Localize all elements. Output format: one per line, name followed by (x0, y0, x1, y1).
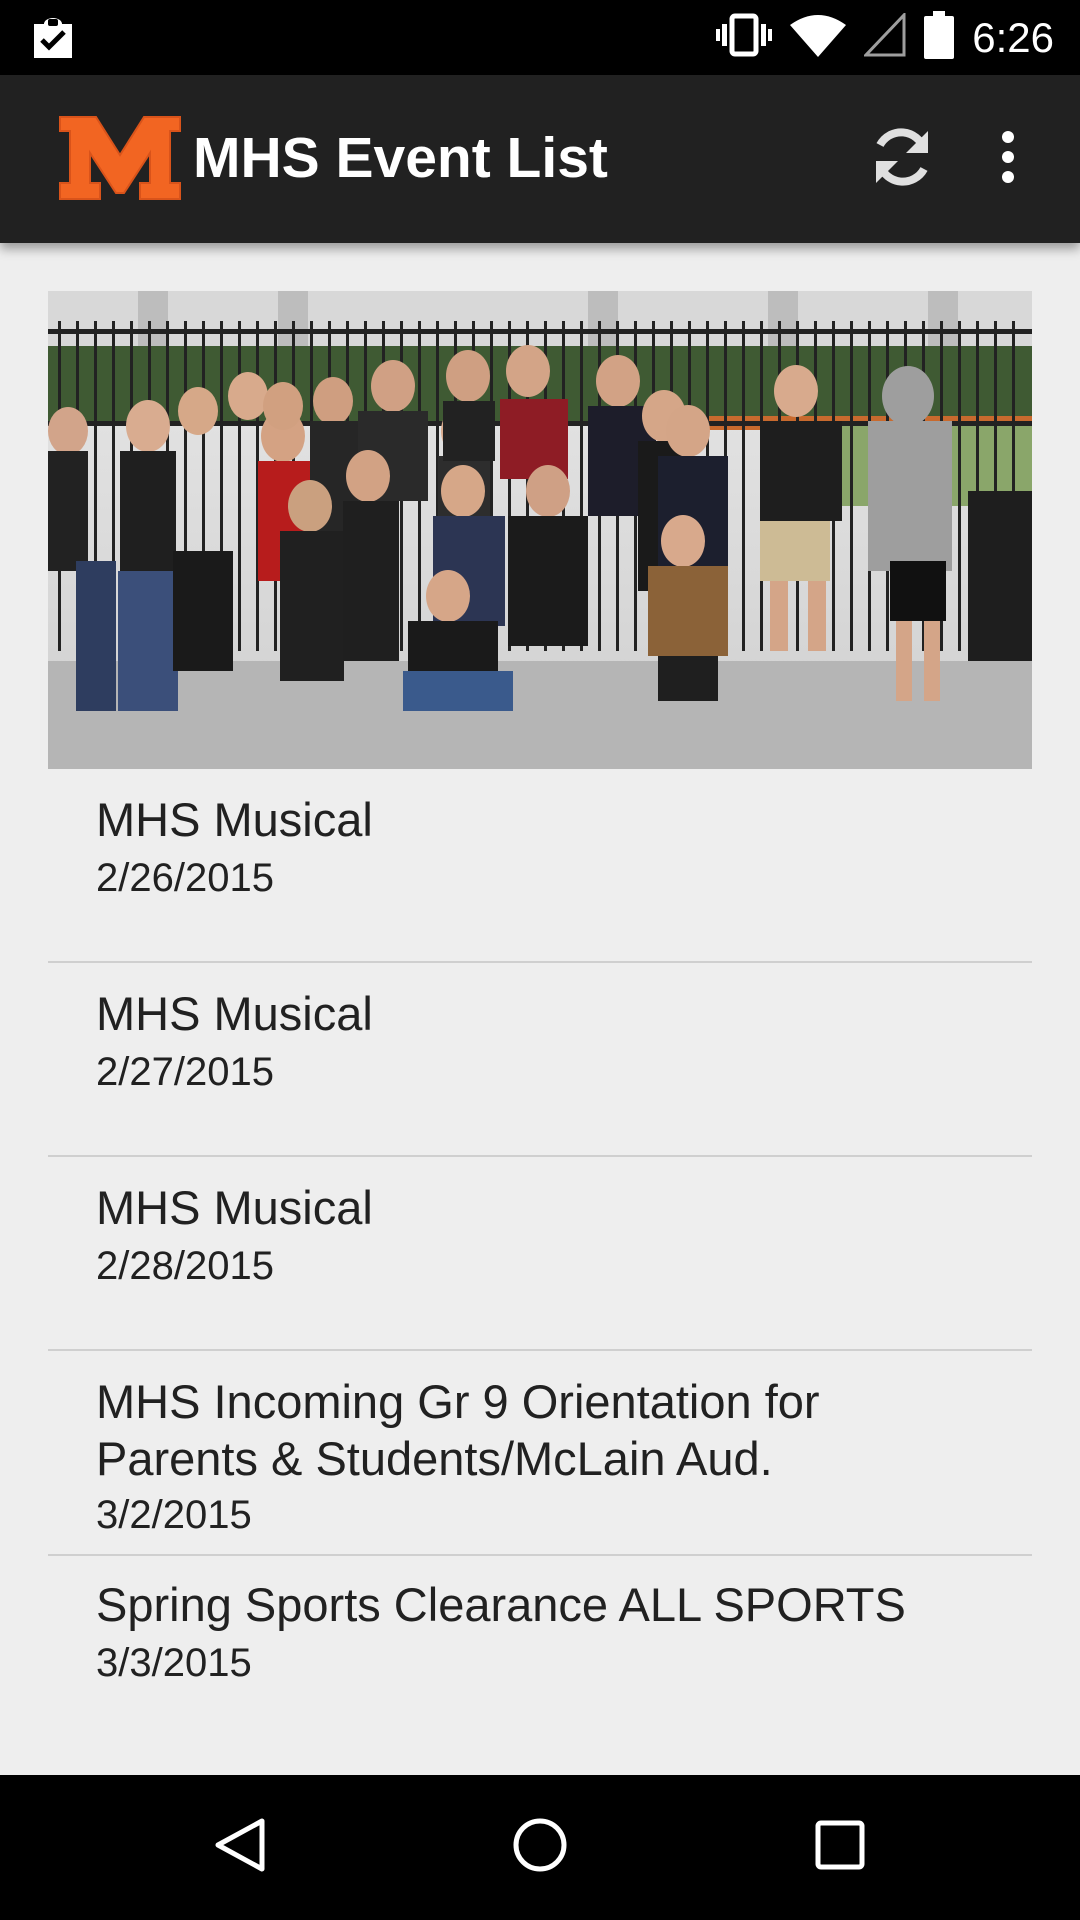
vibrate-icon (716, 12, 773, 63)
status-time: 6:26 (972, 14, 1054, 61)
event-title: MHS Musical (96, 987, 373, 1040)
app-title: MHS Event List (193, 126, 608, 190)
screen: 6:26 MHS Event List MHS Musical 2/26/201… (0, 0, 1080, 1920)
content-area: MHS Musical 2/26/2015 MHS Musical 2/27/2… (0, 243, 1080, 1775)
wifi-icon (790, 13, 847, 62)
back-icon (210, 1815, 270, 1880)
event-title: MHS Musical (96, 1181, 373, 1234)
app-bar: MHS Event List (0, 75, 1080, 243)
clipboard-check-icon (30, 16, 76, 60)
event-title: MHS Incoming Gr 9 Orientation for Parent… (96, 1375, 820, 1485)
event-date: 2/26/2015 (96, 856, 274, 900)
battery-icon (924, 11, 955, 64)
event-date: 2/27/2015 (96, 1050, 274, 1094)
refresh-icon (866, 121, 938, 198)
overflow-menu-button[interactable] (978, 117, 1038, 201)
event-list: MHS Musical 2/26/2015 MHS Musical 2/27/2… (48, 769, 1032, 1756)
event-date: 2/28/2015 (96, 1244, 274, 1288)
status-icons: 6:26 (716, 0, 1054, 75)
event-list-item[interactable]: MHS Musical 2/26/2015 (48, 769, 1032, 963)
event-title: Spring Sports Clearance ALL SPORTS (96, 1578, 906, 1631)
mhs-m-logo-icon (56, 109, 184, 205)
cell-signal-icon (862, 11, 906, 62)
navigation-bar (0, 1775, 1080, 1920)
overflow-menu-icon (998, 129, 1018, 190)
event-list-item[interactable]: MHS Incoming Gr 9 Orientation for Parent… (48, 1351, 1032, 1556)
event-title: MHS Musical (96, 793, 373, 846)
event-list-item[interactable]: MHS Musical 2/28/2015 (48, 1157, 1032, 1351)
status-bar: 6:26 (0, 0, 1080, 75)
event-date: 3/2/2015 (96, 1493, 252, 1537)
recents-icon (812, 1817, 868, 1878)
recents-button[interactable] (790, 1797, 890, 1897)
event-date: 3/3/2015 (96, 1641, 252, 1685)
event-list-item[interactable]: MHS Musical 2/27/2015 (48, 963, 1032, 1157)
refresh-button[interactable] (860, 117, 944, 201)
event-list-item[interactable]: Spring Sports Clearance ALL SPORTS 3/3/2… (48, 1556, 1032, 1756)
group-photo (48, 291, 1032, 769)
home-button[interactable] (490, 1797, 590, 1897)
back-button[interactable] (190, 1797, 290, 1897)
home-icon (510, 1815, 570, 1880)
